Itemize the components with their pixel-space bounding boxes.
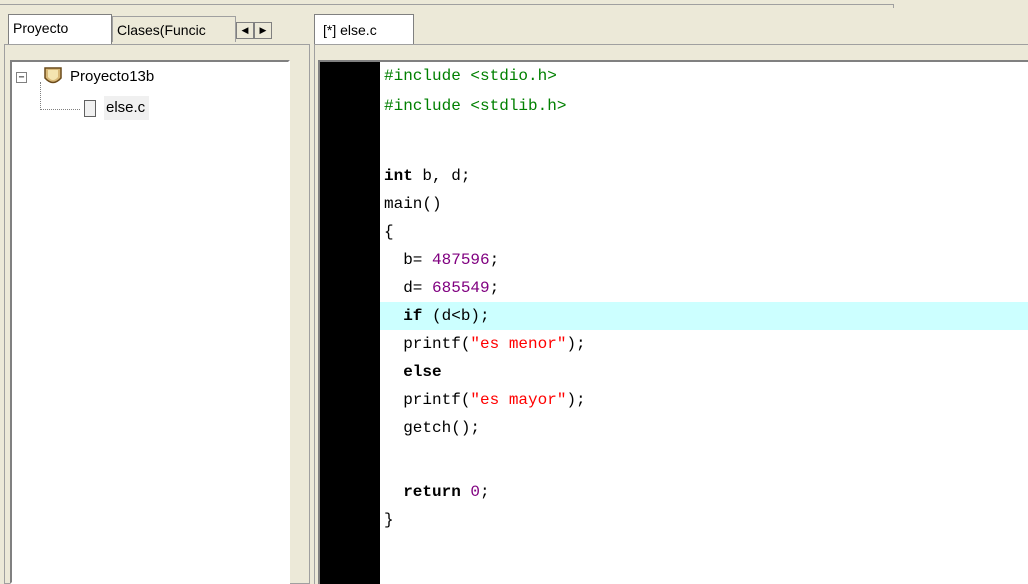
- tab-clases[interactable]: Clases(Funcic: [112, 16, 236, 42]
- project-tree: − Proyecto13b else.c: [10, 60, 290, 584]
- code-line: printf("es menor");: [380, 330, 1028, 358]
- preprocessor-text: #include <stdlib.h>: [384, 97, 567, 115]
- project-icon: [44, 67, 62, 84]
- code-text: printf(: [384, 335, 471, 353]
- code-line: else: [380, 358, 1028, 386]
- code-text: );: [566, 335, 586, 353]
- keyword-text: return: [384, 483, 461, 501]
- code-line: d= 685549;: [380, 274, 1028, 302]
- tree-item-project[interactable]: − Proyecto13b: [12, 65, 288, 89]
- file-name: else.c: [104, 96, 150, 120]
- code-text: ;: [480, 483, 490, 501]
- code-text: }: [384, 511, 394, 529]
- number-literal: 685549: [432, 279, 490, 297]
- tab-proyecto-label: Proyecto: [13, 20, 69, 36]
- code-text: main(): [384, 195, 442, 213]
- tab-else-c[interactable]: [*] else.c: [314, 14, 414, 44]
- code-text: getch();: [384, 419, 481, 437]
- code-line: getch();: [380, 414, 1028, 442]
- tab-scroll-right-button[interactable]: ▶: [254, 22, 272, 39]
- code-text: {: [384, 223, 394, 241]
- line-gutter: [320, 62, 380, 584]
- code-editor[interactable]: #include <stdio.h> #include <stdlib.h> i…: [318, 60, 1028, 584]
- code-text: ;: [489, 279, 500, 297]
- tab-clases-label: Clases(Funcic: [117, 22, 206, 38]
- number-literal: 487596: [432, 251, 490, 269]
- tab-else-c-label: [*] else.c: [323, 22, 377, 38]
- divider: [0, 4, 893, 5]
- code-line: printf("es mayor");: [380, 386, 1028, 414]
- code-line: main(): [380, 190, 1028, 218]
- project-name: Proyecto13b: [70, 68, 155, 85]
- tab-scroll-left-button[interactable]: ◀: [236, 22, 254, 39]
- number-literal: 0: [470, 483, 481, 501]
- tab-proyecto[interactable]: Proyecto: [8, 14, 112, 44]
- code-text: b, d;: [412, 167, 471, 185]
- arrow-left-icon: ◀: [241, 25, 249, 35]
- code-text: b=: [384, 251, 433, 269]
- left-panel-tabs: Proyecto Clases(Funcic ◀ ▶: [0, 14, 310, 44]
- code-text: printf(: [384, 391, 471, 409]
- minus-icon: −: [18, 72, 25, 83]
- arrow-right-icon: ▶: [259, 25, 267, 35]
- code-line: b= 487596;: [380, 246, 1028, 274]
- tree-item-file[interactable]: else.c: [12, 96, 288, 120]
- file-icon: [84, 100, 96, 117]
- code-text: (d<b);: [422, 307, 490, 325]
- code-line: {: [380, 218, 1028, 246]
- code-text: ;: [489, 251, 500, 269]
- code-area[interactable]: #include <stdio.h> #include <stdlib.h> i…: [380, 62, 1028, 584]
- keyword-text: int: [384, 167, 413, 185]
- code-line: #include <stdio.h>: [380, 62, 1028, 90]
- code-line: return 0;: [380, 478, 1028, 506]
- string-literal: "es menor": [470, 335, 567, 353]
- divider: [893, 4, 894, 8]
- keyword-text: if: [384, 307, 423, 325]
- collapse-button[interactable]: −: [16, 72, 27, 83]
- code-text: );: [566, 391, 586, 409]
- keyword-text: else: [384, 363, 442, 381]
- code-line: int b, d;: [380, 162, 1028, 190]
- string-literal: "es mayor": [470, 391, 567, 409]
- code-text: d=: [384, 279, 433, 297]
- code-line: }: [380, 506, 1028, 534]
- editor-tabs: [*] else.c: [314, 14, 1028, 44]
- code-line: #include <stdlib.h>: [380, 92, 1028, 120]
- preprocessor-text: #include <stdio.h>: [384, 67, 557, 85]
- highlighted-code-line: if (d<b);: [380, 302, 1028, 330]
- top-toolbar-edge: [0, 0, 1028, 8]
